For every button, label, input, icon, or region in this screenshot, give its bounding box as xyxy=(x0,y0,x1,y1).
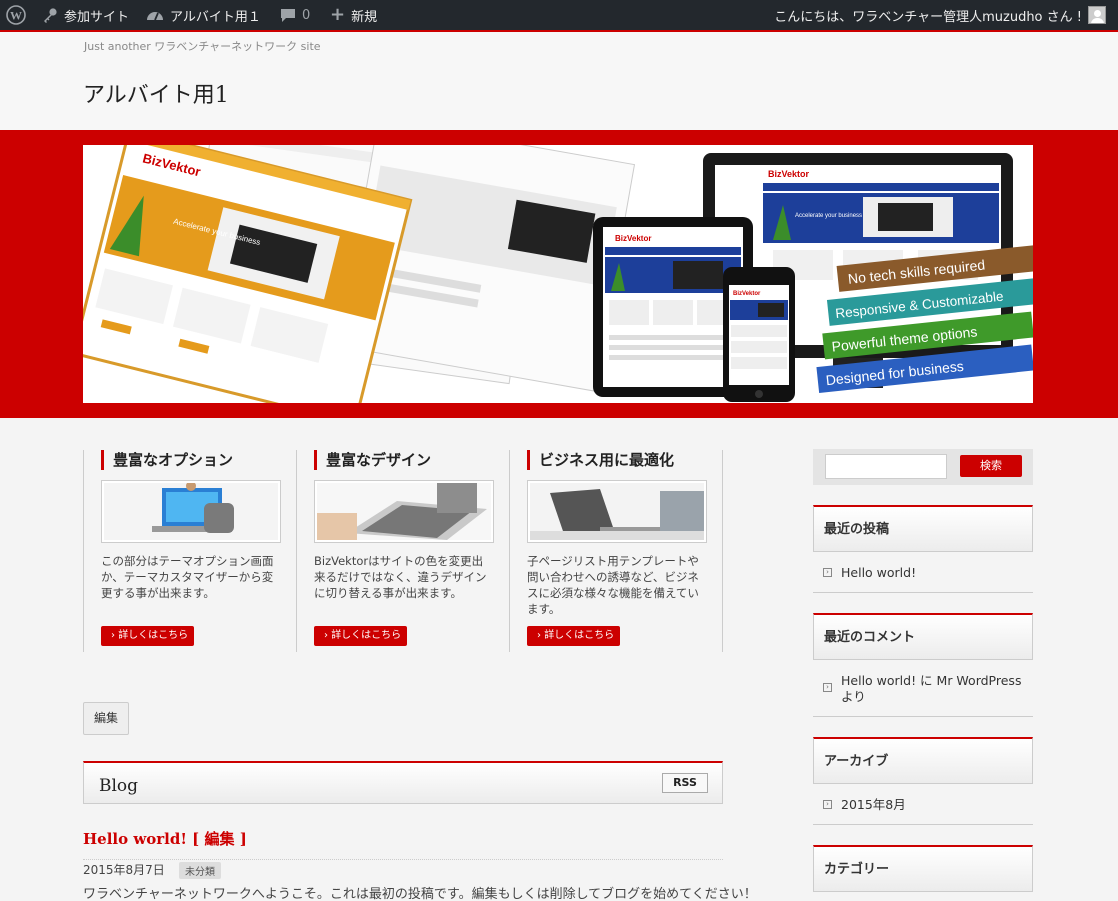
post-title-link[interactable]: Hello world! [ 編集 ] xyxy=(83,828,247,849)
recent-post-link[interactable]: Hello world! xyxy=(841,565,916,580)
feature-business: ビジネス用に最適化 子ページリスト用テンプレートや問い合わせへの誘導など、ビジネ… xyxy=(509,450,723,652)
feature-text: この部分はテーマオプション画面か、テーマカスタマイザーから変更する事が出来ます。 xyxy=(101,554,274,600)
hero-section: BizVektor Accelerate your business BizVe… xyxy=(0,130,1118,418)
blog-header: Blog RSS xyxy=(83,761,723,804)
feature-title: ビジネス用に最適化 xyxy=(527,450,722,470)
comment-icon xyxy=(281,8,295,22)
new-label: 新規 xyxy=(351,9,378,25)
search-input[interactable] xyxy=(825,454,947,479)
site-header: Just another ワラベンチャーネットワーク site アルバイト用1 xyxy=(0,32,1118,130)
edit-button[interactable]: 編集 xyxy=(83,702,129,735)
recent-post-item[interactable]: › Hello world! xyxy=(813,553,1033,593)
admin-bar: W 参加サイト アルバイト用１ 0 + 新規 こんにちは、ワラベンチャー管理人m… xyxy=(0,0,1118,32)
hero-brand-2: BizVektor xyxy=(768,169,810,179)
hero-mock-text-2: Accelerate your business xyxy=(795,213,862,219)
site-name-menu[interactable]: アルバイト用１ xyxy=(146,0,261,30)
arrow-bullet-icon: › xyxy=(823,568,832,577)
feature-image xyxy=(314,480,494,543)
search-widget: 検索 xyxy=(813,449,1033,485)
read-more-label: 詳しくはこちら xyxy=(544,630,615,641)
feature-title: 豊富なオプション xyxy=(101,450,296,470)
feature-design: 豊富なデザイン BizVektorはサイトの色を変更出来るだけではなく、違うデザ… xyxy=(296,450,509,652)
wordpress-logo-button[interactable]: W xyxy=(6,0,26,30)
post-category-badge[interactable]: 未分類 xyxy=(179,862,221,879)
recent-comment-link[interactable]: Hello world! に Mr WordPress より xyxy=(841,673,1021,704)
feature-title: 豊富なデザイン xyxy=(314,450,509,470)
arrow-bullet-icon: › xyxy=(823,800,832,809)
avatar[interactable] xyxy=(1088,0,1106,30)
read-more-label: 詳しくはこちら xyxy=(118,630,189,641)
archive-link[interactable]: 2015年8月 xyxy=(841,797,906,812)
arrow-bullet-icon: › xyxy=(823,683,832,692)
greeting-text: こんにちは、ワラベンチャー管理人muzudho さん ! xyxy=(774,9,1082,25)
read-more-button[interactable]: › 詳しくはこちら xyxy=(314,626,407,646)
comments-link[interactable]: 0 xyxy=(280,0,310,30)
comment-count: 0 xyxy=(302,7,311,23)
post-meta: 2015年8月7日 未分類 xyxy=(83,859,723,879)
hero-image: BizVektor Accelerate your business BizVe… xyxy=(83,145,1033,403)
feature-text: 子ページリスト用テンプレートや問い合わせへの誘導など、ビジネスに必須な様々な機能… xyxy=(527,554,699,616)
site-tagline: Just another ワラベンチャーネットワーク site xyxy=(84,40,321,53)
dashboard-icon xyxy=(147,12,163,21)
post-excerpt: ワラベンチャーネットワークへようこそ。これは最初の投稿です。編集もしくは削除して… xyxy=(83,887,757,901)
user-avatar-icon xyxy=(1088,6,1106,24)
site-title[interactable]: アルバイト用1 xyxy=(83,77,229,109)
hero-brand-4: BizVektor xyxy=(733,291,761,297)
wordpress-icon: W xyxy=(6,5,26,25)
hero-brand-3: BizVektor xyxy=(615,234,651,243)
read-more-button[interactable]: › 詳しくはこちら xyxy=(101,626,194,646)
feature-options: 豊富なオプション この部分はテーマオプション画面か、テーマカスタマイザーから変更… xyxy=(83,450,296,652)
read-more-button[interactable]: › 詳しくはこちら xyxy=(527,626,620,646)
rss-button[interactable]: RSS xyxy=(662,773,708,793)
key-icon xyxy=(44,8,57,23)
new-content-menu[interactable]: + 新規 xyxy=(330,0,377,30)
my-sites-label: 参加サイト xyxy=(64,9,130,25)
feature-image xyxy=(527,480,707,543)
site-name-label: アルバイト用１ xyxy=(170,9,261,25)
archive-title: アーカイブ xyxy=(813,737,1033,784)
recent-posts-title: 最近の投稿 xyxy=(813,505,1033,552)
feature-image xyxy=(101,480,281,543)
recent-comments-title: 最近のコメント xyxy=(813,613,1033,660)
read-more-label: 詳しくはこちら xyxy=(331,630,402,641)
plus-icon: + xyxy=(330,4,346,25)
svg-text:W: W xyxy=(10,9,22,23)
post-date: 2015年8月7日 xyxy=(83,863,165,877)
recent-comment-item[interactable]: › Hello world! に Mr WordPress より xyxy=(813,661,1033,717)
account-greeting[interactable]: こんにちは、ワラベンチャー管理人muzudho さん ! xyxy=(774,0,1082,30)
archive-item[interactable]: › 2015年8月 xyxy=(813,785,1033,825)
my-sites-menu[interactable]: 参加サイト xyxy=(42,0,129,30)
feature-text: BizVektorはサイトの色を変更出来るだけではなく、違うデザインに切り替える… xyxy=(314,554,487,600)
search-button[interactable]: 検索 xyxy=(960,455,1022,477)
category-title: カテゴリー xyxy=(813,845,1033,892)
blog-title: Blog xyxy=(99,776,139,796)
